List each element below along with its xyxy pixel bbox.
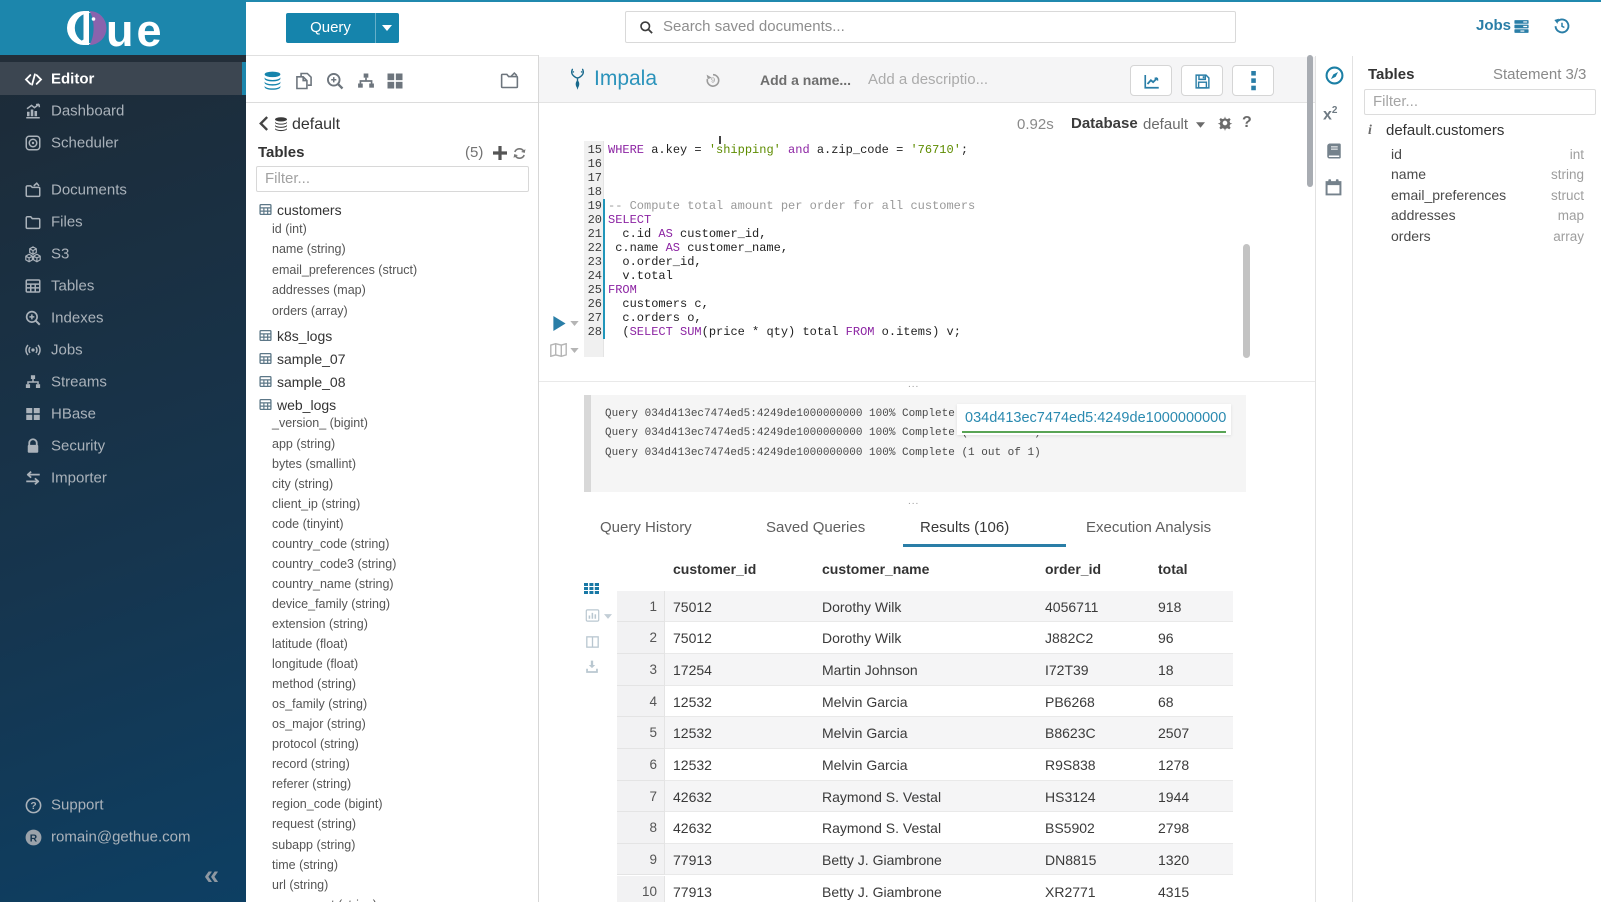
svg-text:?: ? xyxy=(30,801,36,812)
svg-text:9: 9 xyxy=(711,76,715,85)
svg-text:R: R xyxy=(30,833,38,844)
